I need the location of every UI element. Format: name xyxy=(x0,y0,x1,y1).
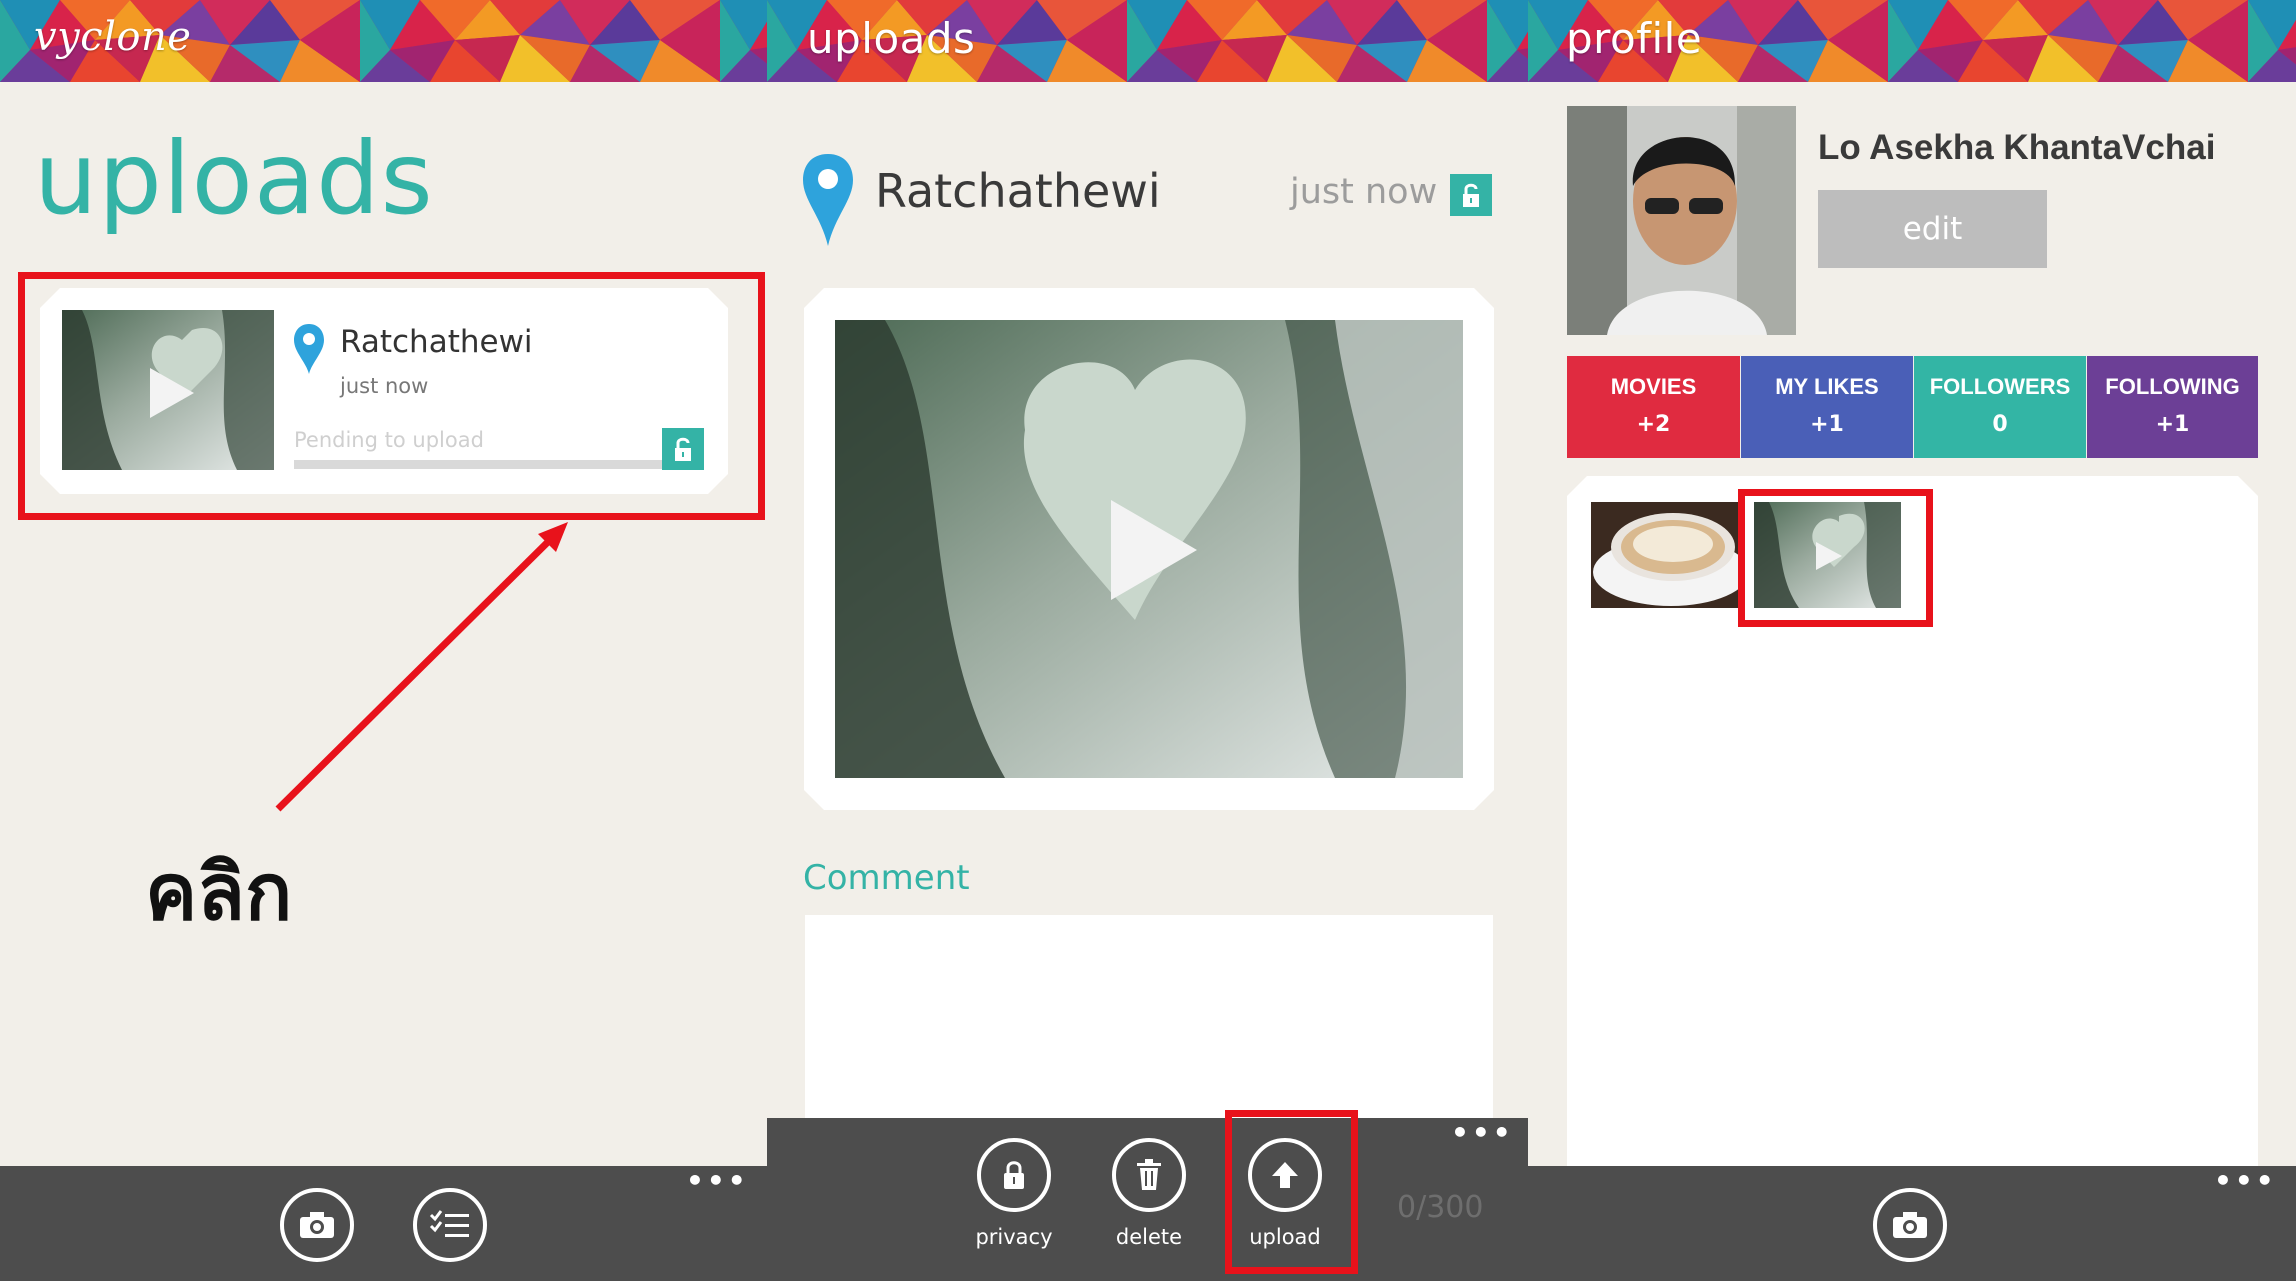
profile-name: Lo Asekha KhantaVchai xyxy=(1818,128,2216,167)
stat-following[interactable]: FOLLOWING +1 xyxy=(2087,356,2258,458)
stat-my-likes-value: +1 xyxy=(1810,412,1844,437)
movie-thumbnail[interactable] xyxy=(1591,502,1738,608)
camera-icon xyxy=(1893,1212,1927,1238)
arrow-annotation xyxy=(275,522,568,812)
upload-detail-screen: uploads Ratchathewi just now Comment pri… xyxy=(767,0,1528,1281)
app-bar: ••• xyxy=(0,1164,767,1281)
profile-screen: profile Lo Asekha KhantaVchai edit MOVIE… xyxy=(1528,0,2296,1281)
more-options-button[interactable]: ••• xyxy=(2214,1164,2277,1197)
list-button[interactable] xyxy=(413,1188,487,1262)
video-card xyxy=(804,288,1494,810)
edit-profile-button[interactable]: edit xyxy=(1818,190,2047,268)
header-banner: vyclone xyxy=(0,0,767,82)
video-player[interactable] xyxy=(835,320,1463,778)
location-pin-icon xyxy=(803,154,853,246)
delete-button[interactable] xyxy=(1112,1138,1186,1212)
more-options-button[interactable]: ••• xyxy=(1451,1116,1514,1149)
header-title: profile xyxy=(1566,14,1703,63)
avatar-image xyxy=(1567,106,1796,335)
unlock-icon xyxy=(1463,183,1479,207)
header-title: uploads xyxy=(807,14,976,63)
stat-followers-value: 0 xyxy=(1992,412,2008,437)
camera-button[interactable] xyxy=(1873,1188,1947,1262)
stat-my-likes[interactable]: MY LIKES +1 xyxy=(1741,356,1913,458)
highlight-box-new-movie xyxy=(1738,489,1933,627)
app-bar: privacy delete upload 0/300 ••• xyxy=(767,1116,1528,1281)
more-options-button[interactable]: ••• xyxy=(686,1164,749,1197)
privacy-button[interactable] xyxy=(977,1138,1051,1212)
stat-following-value: +1 xyxy=(2155,412,2190,437)
stat-movies-value: +2 xyxy=(1636,412,1671,437)
app-bar: ••• xyxy=(1528,1164,2296,1281)
lock-icon xyxy=(1004,1161,1024,1189)
play-icon xyxy=(1111,500,1197,600)
uploads-list-screen: vyclone uploads Ratchathewi just now Pen… xyxy=(0,0,767,1281)
stat-my-likes-label: MY LIKES xyxy=(1775,374,1879,399)
comment-char-count: 0/300 xyxy=(1397,1190,1484,1225)
comment-label: Comment xyxy=(803,858,970,898)
stat-movies[interactable]: MOVIES +2 xyxy=(1567,356,1740,458)
click-annotation: คลิก xyxy=(145,848,293,938)
coffee-thumbnail-image xyxy=(1591,502,1738,608)
page-title: uploads xyxy=(34,120,434,237)
list-icon xyxy=(429,1210,469,1237)
privacy-label: privacy xyxy=(975,1225,1053,1249)
highlight-box-card xyxy=(18,272,765,520)
camera-icon xyxy=(300,1212,334,1238)
stat-followers[interactable]: FOLLOWERS 0 xyxy=(1914,356,2086,458)
stat-followers-label: FOLLOWERS xyxy=(1929,374,2071,399)
upload-time: just now xyxy=(1290,172,1438,212)
avatar[interactable] xyxy=(1567,106,1796,335)
stat-following-label: FOLLOWING xyxy=(2105,374,2240,399)
header-banner: uploads xyxy=(767,0,1528,82)
app-logo: vyclone xyxy=(34,14,192,60)
highlight-box-upload xyxy=(1225,1110,1358,1274)
header-banner: profile xyxy=(1528,0,2296,82)
privacy-toggle[interactable] xyxy=(1450,174,1492,216)
delete-label: delete xyxy=(1115,1225,1183,1249)
stat-movies-label: MOVIES xyxy=(1610,374,1697,399)
trash-icon xyxy=(1137,1159,1161,1190)
camera-button[interactable] xyxy=(280,1188,354,1262)
upload-location: Ratchathewi xyxy=(875,164,1161,218)
